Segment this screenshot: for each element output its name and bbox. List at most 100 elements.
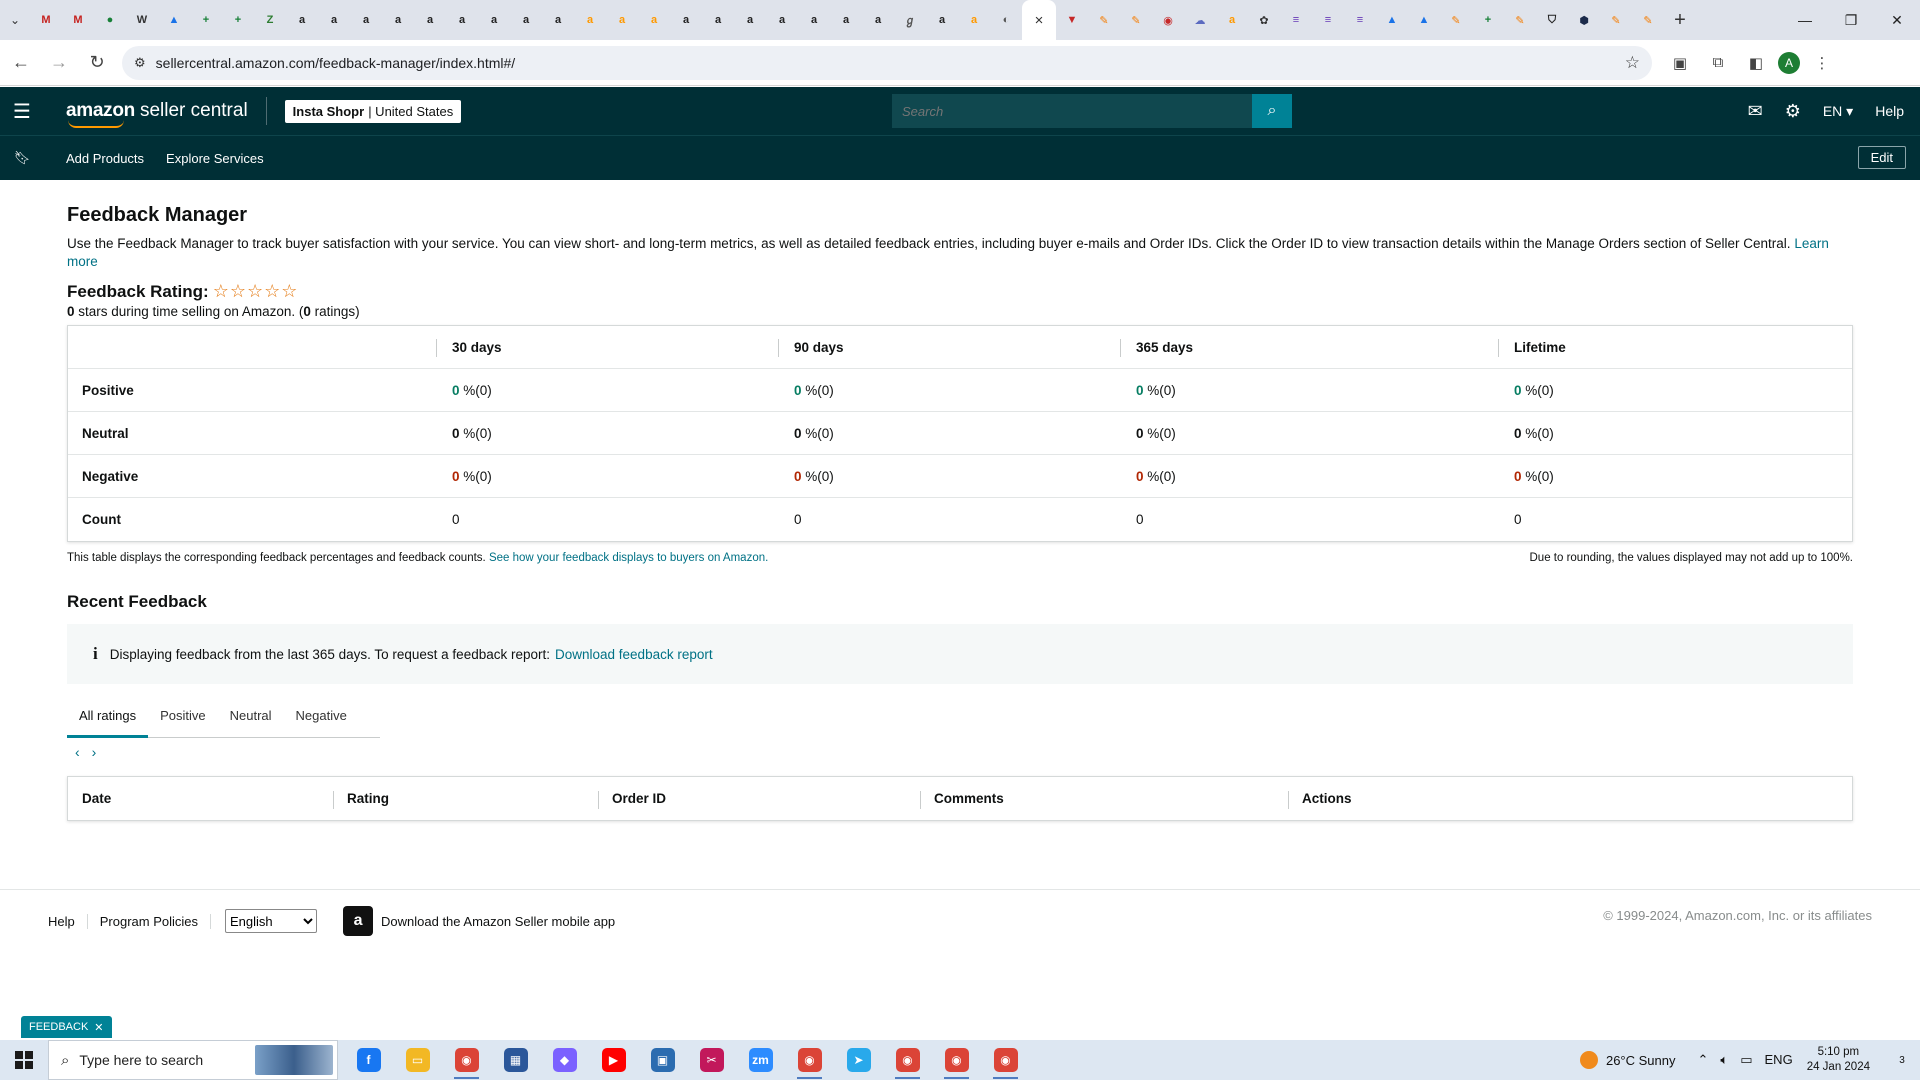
app-download[interactable]: a Download the Amazon Seller mobile app: [343, 906, 615, 936]
column-header-rating[interactable]: Rating: [333, 791, 598, 809]
bookmark-icon[interactable]: 🔖︎: [0, 150, 44, 166]
column-header-order-id[interactable]: Order ID: [598, 791, 920, 809]
download-report-link[interactable]: Download feedback report: [555, 647, 713, 662]
browser-tab[interactable]: ▲: [1376, 0, 1408, 40]
browser-tab[interactable]: M: [62, 0, 94, 40]
notifications-icon[interactable]: 3: [1884, 1040, 1920, 1080]
profile-avatar[interactable]: A: [1778, 51, 1800, 74]
browser-tab[interactable]: a: [350, 0, 382, 40]
browser-tab[interactable]: a: [830, 0, 862, 40]
browser-tab[interactable]: ⛉: [1536, 0, 1568, 40]
forward-icon[interactable]: →: [42, 46, 76, 80]
browser-tab[interactable]: a: [958, 0, 990, 40]
browser-tab[interactable]: W: [126, 0, 158, 40]
tab-negative[interactable]: Negative: [284, 698, 359, 737]
help-link[interactable]: Help: [1875, 103, 1904, 119]
taskbar-app[interactable]: ➤: [834, 1040, 883, 1080]
browser-tab[interactable]: a: [446, 0, 478, 40]
browser-tab[interactable]: a: [702, 0, 734, 40]
browser-tab[interactable]: ≡: [1280, 0, 1312, 40]
browser-tab[interactable]: +: [222, 0, 254, 40]
browser-tab[interactable]: ◉: [1152, 0, 1184, 40]
nav-add-products[interactable]: Add Products: [66, 151, 144, 166]
browser-tab[interactable]: ✎: [1600, 0, 1632, 40]
chevron-right-icon[interactable]: ›: [92, 744, 97, 760]
taskbar-app[interactable]: ◉: [442, 1040, 491, 1080]
tab-positive[interactable]: Positive: [148, 698, 218, 737]
bookmark-star-icon[interactable]: ☆: [1625, 53, 1640, 73]
taskbar-app[interactable]: ◉: [981, 1040, 1030, 1080]
browser-tab[interactable]: ●: [94, 0, 126, 40]
browser-tab[interactable]: ✎: [1088, 0, 1120, 40]
browser-tab[interactable]: ☁: [1184, 0, 1216, 40]
browser-tab[interactable]: a: [734, 0, 766, 40]
active-tab[interactable]: ×: [1022, 0, 1056, 40]
browser-tab[interactable]: a: [382, 0, 414, 40]
minimize-icon[interactable]: —: [1782, 0, 1828, 40]
taskbar-app[interactable]: ✂: [687, 1040, 736, 1080]
browser-tab[interactable]: a: [638, 0, 670, 40]
taskbar-app[interactable]: ▣: [638, 1040, 687, 1080]
browser-tab[interactable]: ✎: [1440, 0, 1472, 40]
gear-icon[interactable]: ⚙: [1785, 101, 1801, 122]
mail-icon[interactable]: ✉: [1748, 101, 1763, 122]
taskbar-app[interactable]: ◆: [540, 1040, 589, 1080]
browser-tab[interactable]: a: [670, 0, 702, 40]
close-window-icon[interactable]: ✕: [1874, 0, 1920, 40]
browser-tab[interactable]: a: [414, 0, 446, 40]
browser-tab[interactable]: ✎: [1632, 0, 1664, 40]
reload-icon[interactable]: ↻: [80, 46, 114, 80]
browser-tab[interactable]: a: [766, 0, 798, 40]
taskbar-search[interactable]: ⌕ Type here to search: [48, 1040, 338, 1080]
more-menu-icon[interactable]: ⋮: [1806, 47, 1838, 79]
browser-tab[interactable]: ℊ: [894, 0, 926, 40]
network-icon[interactable]: ▭: [1740, 1052, 1752, 1068]
close-icon[interactable]: ✕: [94, 1021, 103, 1034]
hamburger-menu-icon[interactable]: ☰: [0, 87, 44, 135]
browser-tab[interactable]: ⬢: [1568, 0, 1600, 40]
browser-tab[interactable]: a: [286, 0, 318, 40]
browser-tab[interactable]: ▲: [1408, 0, 1440, 40]
site-info-icon[interactable]: ⚙: [134, 55, 146, 71]
browser-tab[interactable]: +: [190, 0, 222, 40]
amazon-seller-central-logo[interactable]: amazon seller central: [66, 100, 248, 128]
browser-tab[interactable]: a: [478, 0, 510, 40]
extensions-icon[interactable]: ⧉: [1702, 47, 1734, 79]
browser-tab[interactable]: a: [606, 0, 638, 40]
taskbar-app[interactable]: f: [344, 1040, 393, 1080]
taskbar-app[interactable]: ▦: [491, 1040, 540, 1080]
browser-tab[interactable]: ◐: [990, 0, 1022, 40]
close-tab-icon[interactable]: ×: [1035, 12, 1044, 29]
column-header-actions[interactable]: Actions: [1288, 791, 1852, 809]
browser-tab[interactable]: ✿: [1248, 0, 1280, 40]
taskbar-app[interactable]: ▶: [589, 1040, 638, 1080]
browser-tab[interactable]: a: [926, 0, 958, 40]
feedback-badge[interactable]: FEEDBACK ✕: [21, 1016, 112, 1038]
url-text[interactable]: sellercentral.amazon.com/feedback-manage…: [156, 55, 1625, 71]
new-tab-button[interactable]: +: [1664, 0, 1696, 40]
taskbar-app[interactable]: ◉: [932, 1040, 981, 1080]
search-button[interactable]: ⌕: [1252, 94, 1292, 128]
taskbar-app[interactable]: ◉: [883, 1040, 932, 1080]
search-input[interactable]: [892, 94, 1252, 128]
windows-start-icon[interactable]: [0, 1040, 48, 1080]
column-header-date[interactable]: Date: [68, 791, 333, 806]
chevron-left-icon[interactable]: ‹: [75, 744, 80, 760]
weather-text[interactable]: 26°C Sunny: [1606, 1053, 1676, 1068]
back-icon[interactable]: ←: [4, 46, 38, 80]
browser-tab[interactable]: a: [510, 0, 542, 40]
input-language[interactable]: ENG: [1765, 1052, 1793, 1068]
browser-tab[interactable]: ≡: [1344, 0, 1376, 40]
browser-tab[interactable]: ▲: [158, 0, 190, 40]
browser-tab[interactable]: a: [318, 0, 350, 40]
browser-tab[interactable]: ✎: [1120, 0, 1152, 40]
column-header-comments[interactable]: Comments: [920, 791, 1288, 809]
browser-tab[interactable]: a: [798, 0, 830, 40]
browser-tab[interactable]: Z: [254, 0, 286, 40]
language-selector[interactable]: EN ▾: [1823, 103, 1853, 120]
browser-tab[interactable]: a: [542, 0, 574, 40]
browser-tab[interactable]: +: [1472, 0, 1504, 40]
tab-neutral[interactable]: Neutral: [218, 698, 284, 737]
taskbar-app[interactable]: zm: [736, 1040, 785, 1080]
store-switcher[interactable]: Insta Shopr | United States: [284, 99, 462, 123]
